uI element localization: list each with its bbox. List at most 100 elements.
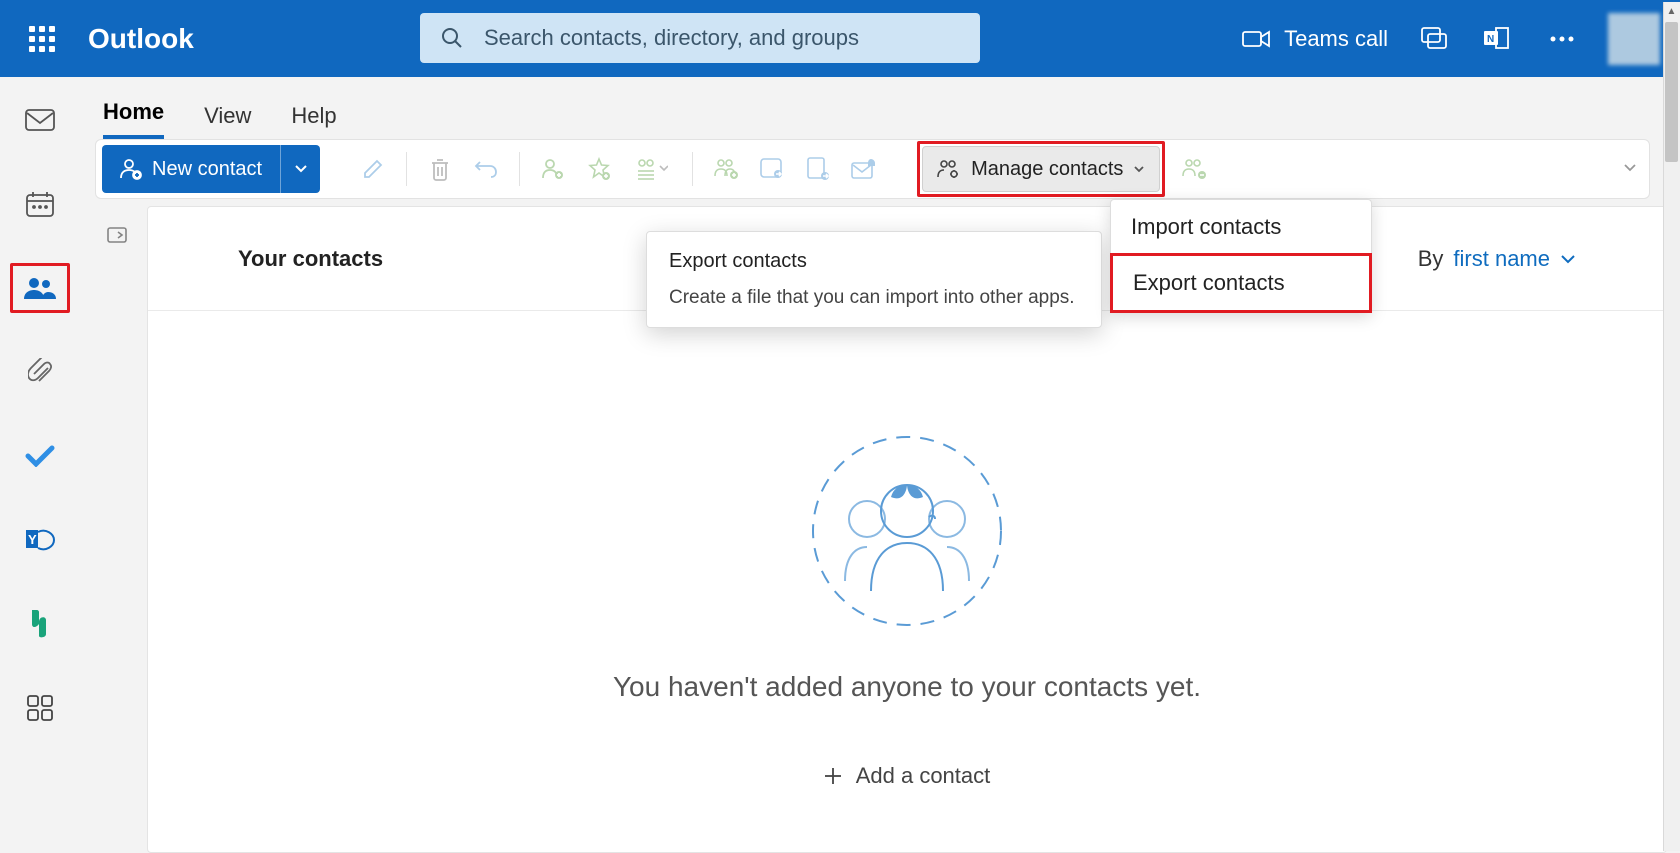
- share-button[interactable]: [749, 146, 795, 192]
- calendar-icon: [26, 191, 54, 217]
- new-contact-button[interactable]: New contact: [102, 145, 280, 193]
- more-button[interactable]: [1544, 21, 1580, 57]
- add-to-list-button[interactable]: [622, 146, 682, 192]
- group-minus-icon: [1181, 158, 1207, 180]
- sort-prefix: By: [1418, 246, 1444, 272]
- export-card-button[interactable]: [795, 146, 841, 192]
- onenote-icon: N: [1484, 27, 1512, 51]
- new-contact-group: New contact: [102, 145, 320, 193]
- scrollbar[interactable]: ▲: [1663, 2, 1680, 851]
- left-rail: Y: [0, 77, 79, 853]
- chat-button[interactable]: [1416, 21, 1452, 57]
- manage-contacts-highlight: Manage contacts: [917, 141, 1165, 197]
- header-bar: Outlook Teams call N: [0, 0, 1680, 77]
- add-favorite-person-button[interactable]: [530, 146, 576, 192]
- separator: [519, 152, 520, 186]
- trash-icon: [429, 157, 451, 181]
- menu-import-contacts[interactable]: Import contacts: [1111, 200, 1371, 254]
- new-contact-label: New contact: [152, 158, 262, 181]
- tooltip-desc: Create a file that you can import into o…: [669, 287, 1079, 309]
- scrollbar-thumb[interactable]: [1665, 22, 1678, 162]
- edit-button[interactable]: [350, 146, 396, 192]
- remove-from-group-button[interactable]: [1171, 146, 1217, 192]
- tab-view[interactable]: View: [204, 103, 251, 139]
- yammer-icon: Y: [24, 526, 56, 554]
- undo-icon: [474, 159, 498, 179]
- rail-mail[interactable]: [10, 95, 70, 145]
- plus-icon: [824, 767, 842, 785]
- app-title: Outlook: [88, 23, 194, 55]
- card-arrow-icon: [806, 157, 830, 181]
- chevron-down-icon: [1133, 165, 1145, 173]
- add-contact-button[interactable]: Add a contact: [824, 763, 991, 789]
- new-contact-split[interactable]: [280, 145, 320, 193]
- manage-contacts-label: Manage contacts: [971, 158, 1123, 181]
- list-person-icon: [636, 158, 668, 180]
- mail-icon: [25, 109, 55, 131]
- waffle-icon: [29, 26, 55, 52]
- star-plus-icon: [587, 157, 611, 181]
- avatar[interactable]: [1608, 13, 1660, 65]
- header-right: Teams call N: [1242, 13, 1660, 65]
- rail-todo[interactable]: [10, 431, 70, 481]
- rail-yammer[interactable]: Y: [10, 515, 70, 565]
- people-gear-icon: [937, 159, 961, 179]
- toolbar: New contact Manage contacts: [95, 139, 1650, 199]
- rail-calendar[interactable]: [10, 179, 70, 229]
- chevron-down-icon: [294, 164, 308, 174]
- sort-by-button[interactable]: By first name: [1418, 246, 1576, 272]
- delete-button[interactable]: [417, 146, 463, 192]
- search-input[interactable]: [484, 25, 960, 51]
- notifications-button[interactable]: [841, 146, 887, 192]
- collapse-icon: [107, 225, 127, 245]
- chevron-down-icon: [1560, 254, 1576, 264]
- person-plus-icon: [541, 158, 565, 180]
- teams-call-label: Teams call: [1284, 26, 1388, 52]
- tab-help[interactable]: Help: [291, 103, 336, 139]
- person-add-icon: [120, 158, 142, 180]
- empty-heading: You haven't added anyone to your contact…: [613, 671, 1201, 703]
- mail-bell-icon: [851, 158, 877, 180]
- apps-grid-icon: [27, 695, 53, 721]
- ribbon-tabs: Home View Help: [79, 77, 1650, 139]
- page-title: Your contacts: [238, 246, 383, 272]
- add-contact-label: Add a contact: [856, 763, 991, 789]
- rail-bookings[interactable]: [10, 599, 70, 649]
- search-box[interactable]: [420, 13, 980, 63]
- separator: [692, 152, 693, 186]
- empty-illustration: [807, 431, 1007, 631]
- pencil-icon: [362, 158, 384, 180]
- empty-state: You haven't added anyone to your contact…: [148, 311, 1666, 789]
- bookings-icon: [28, 610, 52, 638]
- export-tooltip: Export contacts Create a file that you c…: [646, 231, 1102, 328]
- separator: [406, 152, 407, 186]
- group-add-button[interactable]: [703, 146, 749, 192]
- rail-files[interactable]: [10, 347, 70, 397]
- search-icon: [440, 26, 464, 50]
- toolbar-overflow[interactable]: [1623, 160, 1637, 178]
- teams-call-button[interactable]: Teams call: [1242, 26, 1388, 52]
- undo-button[interactable]: [463, 146, 509, 192]
- favorite-button[interactable]: [576, 146, 622, 192]
- sort-value: first name: [1453, 246, 1550, 272]
- rail-people[interactable]: [10, 263, 70, 313]
- attachment-icon: [28, 358, 52, 386]
- manage-contacts-menu: Import contacts Export contacts: [1110, 199, 1372, 313]
- share-icon: [760, 158, 784, 180]
- tab-home[interactable]: Home: [103, 99, 164, 139]
- group-plus-icon: [713, 158, 739, 180]
- svg-text:N: N: [1487, 34, 1494, 45]
- app-launcher-button[interactable]: [20, 17, 64, 61]
- manage-contacts-button[interactable]: Manage contacts: [922, 146, 1160, 192]
- scroll-up-arrow[interactable]: ▲: [1663, 2, 1680, 20]
- video-icon: [1242, 29, 1270, 49]
- ellipsis-icon: [1550, 36, 1574, 42]
- check-icon: [25, 445, 55, 467]
- tooltip-title: Export contacts: [669, 250, 1079, 273]
- onenote-button[interactable]: N: [1480, 21, 1516, 57]
- rail-more-apps[interactable]: [10, 683, 70, 733]
- chat-icon: [1421, 27, 1447, 51]
- collapse-nav-button[interactable]: [104, 222, 130, 248]
- people-icon: [24, 277, 56, 299]
- menu-export-contacts[interactable]: Export contacts: [1110, 253, 1372, 313]
